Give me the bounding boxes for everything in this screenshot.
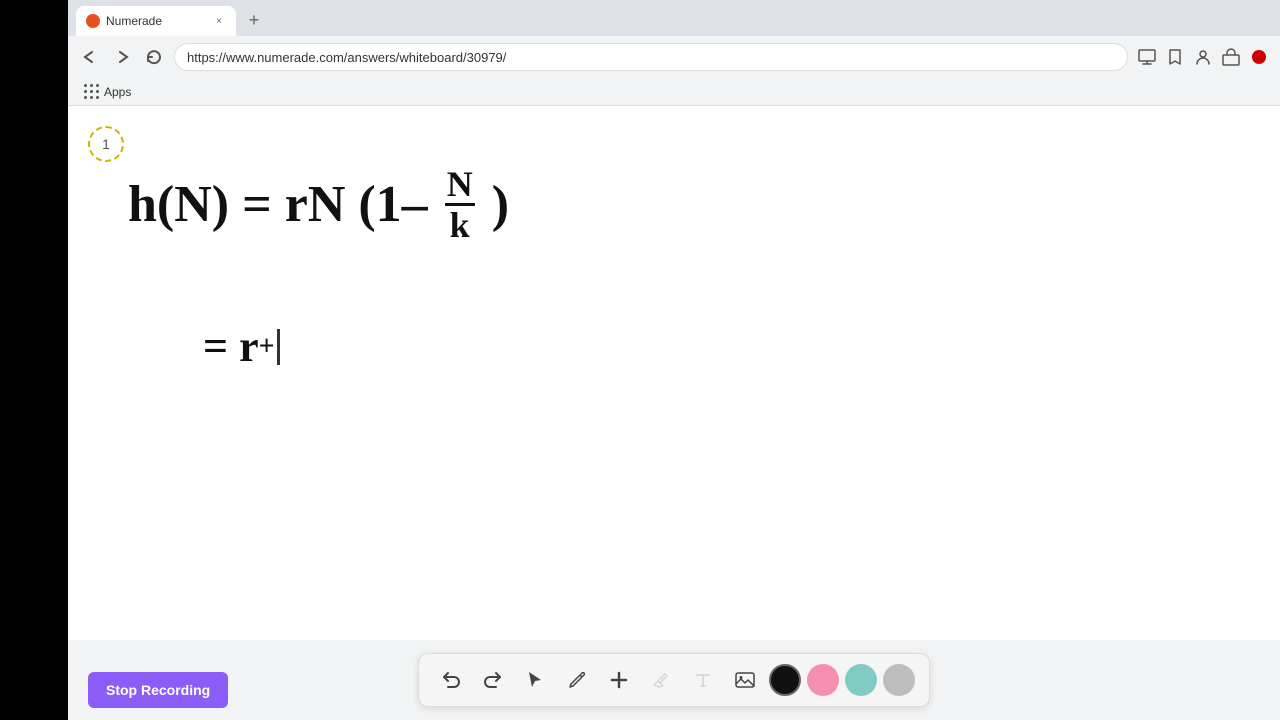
tab-title: Numerade [106, 14, 206, 28]
new-tab-button[interactable]: + [240, 6, 268, 34]
tab-close-button[interactable]: × [212, 14, 226, 28]
color-green-button[interactable] [845, 664, 877, 696]
browser-tab[interactable]: Numerade × [76, 6, 236, 36]
select-tool-button[interactable] [517, 662, 553, 698]
screen-share-icon[interactable] [1136, 46, 1158, 68]
page-number: 1 [102, 136, 110, 152]
url-text: https://www.numerade.com/answers/whitebo… [187, 50, 506, 65]
record-stop-icon[interactable] [1248, 46, 1270, 68]
bookmark-icon[interactable] [1164, 46, 1186, 68]
profile-icon[interactable] [1192, 46, 1214, 68]
tab-bar: Numerade × + [68, 0, 1280, 36]
tab-favicon [86, 14, 100, 28]
highlighter-icon [651, 670, 671, 690]
extensions-icon[interactable] [1220, 46, 1242, 68]
apps-grid-icon [84, 84, 100, 100]
equation-line2: = r + [203, 321, 280, 372]
browser-window: Numerade × + https://www.numerade.com/an… [68, 0, 1280, 720]
pen-tool-button[interactable] [559, 662, 595, 698]
refresh-button[interactable] [142, 45, 166, 69]
whiteboard-canvas[interactable]: 1 h(N) = rN (1– N k ) = r + [68, 106, 1280, 640]
page-number-indicator: 1 [88, 126, 124, 162]
forward-button[interactable] [110, 45, 134, 69]
highlight-tool-button[interactable] [643, 662, 679, 698]
text-cursor [277, 329, 280, 365]
add-tool-button[interactable] [601, 662, 637, 698]
pen-icon [567, 670, 587, 690]
cursor-icon [525, 670, 545, 690]
redo-button[interactable] [475, 662, 511, 698]
bottom-bar: Stop Recording [68, 640, 1280, 720]
eq1-part1: h(N) = rN (1– [128, 171, 441, 239]
apps-bookmark[interactable]: Apps [78, 82, 137, 102]
undo-button[interactable] [433, 662, 469, 698]
fraction-numerator: N [445, 166, 475, 206]
text-icon [693, 670, 713, 690]
drawing-toolbar [418, 653, 930, 707]
plus-icon [608, 669, 630, 691]
text-tool-button[interactable] [685, 662, 721, 698]
eq1-fraction: N k [445, 166, 475, 243]
url-bar[interactable]: https://www.numerade.com/answers/whitebo… [174, 43, 1128, 71]
browser-actions [1136, 46, 1270, 68]
back-button[interactable] [78, 45, 102, 69]
image-tool-button[interactable] [727, 662, 763, 698]
fraction-denominator: k [448, 206, 472, 243]
bookmarks-bar: Apps [68, 78, 1280, 106]
address-bar: https://www.numerade.com/answers/whitebo… [68, 36, 1280, 78]
color-pink-button[interactable] [807, 664, 839, 696]
undo-icon [440, 669, 462, 691]
stop-recording-button[interactable]: Stop Recording [88, 672, 228, 708]
eq2-subscript: + [259, 331, 275, 363]
eq2-text: = r [203, 321, 259, 372]
redo-icon [482, 669, 504, 691]
equation-line1: h(N) = rN (1– N k ) [128, 166, 509, 243]
math-content: h(N) = rN (1– N k ) = r + [128, 166, 509, 243]
color-black-button[interactable] [769, 664, 801, 696]
eq1-part3: ) [479, 171, 509, 239]
image-icon [734, 669, 756, 691]
color-gray-button[interactable] [883, 664, 915, 696]
apps-label: Apps [104, 85, 131, 99]
